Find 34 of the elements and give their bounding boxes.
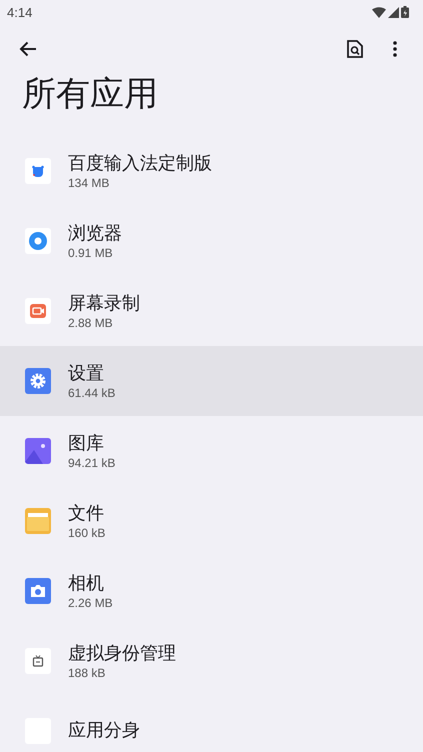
app-size: 0.91 MB [68, 246, 114, 260]
signal-icon [388, 6, 399, 18]
image-icon [25, 438, 51, 464]
folder-icon [25, 508, 51, 534]
app-name: 图库 [68, 432, 105, 456]
app-list-item[interactable]: 设置 61.44 kB [0, 346, 423, 416]
app-size: 2.88 MB [68, 316, 114, 330]
battery-icon [401, 6, 409, 18]
page-title: 所有应用 [21, 74, 159, 116]
browser-icon [25, 228, 51, 254]
app-size: 160 kB [68, 526, 106, 540]
bear-icon [25, 158, 51, 184]
app-name: 虚拟身份管理 [68, 642, 176, 666]
app-size: 188 kB [68, 666, 106, 680]
camera-icon [25, 578, 51, 604]
app-name: 文件 [68, 502, 105, 526]
app-name: 相机 [68, 572, 105, 596]
video-icon [25, 298, 51, 324]
status-time: 4:14 [7, 4, 32, 20]
app-size: 61.44 kB [68, 386, 116, 400]
wifi-icon [372, 6, 386, 18]
app-name: 百度输入法定制版 [68, 152, 212, 176]
back-arrow-icon [19, 41, 37, 57]
gear-icon [25, 368, 51, 394]
search-icon [347, 40, 363, 58]
app-size: 2.26 MB [68, 596, 113, 610]
app-name: 屏幕录制 [68, 292, 140, 316]
app-name: 应用分身 [68, 719, 140, 743]
app-size: 134 MB [68, 176, 110, 190]
app-name: 设置 [68, 362, 105, 386]
more-icon [393, 41, 397, 57]
app-name: 浏览器 [68, 222, 122, 246]
app-size: 94.21 kB [68, 456, 116, 470]
tv-icon [25, 648, 51, 674]
